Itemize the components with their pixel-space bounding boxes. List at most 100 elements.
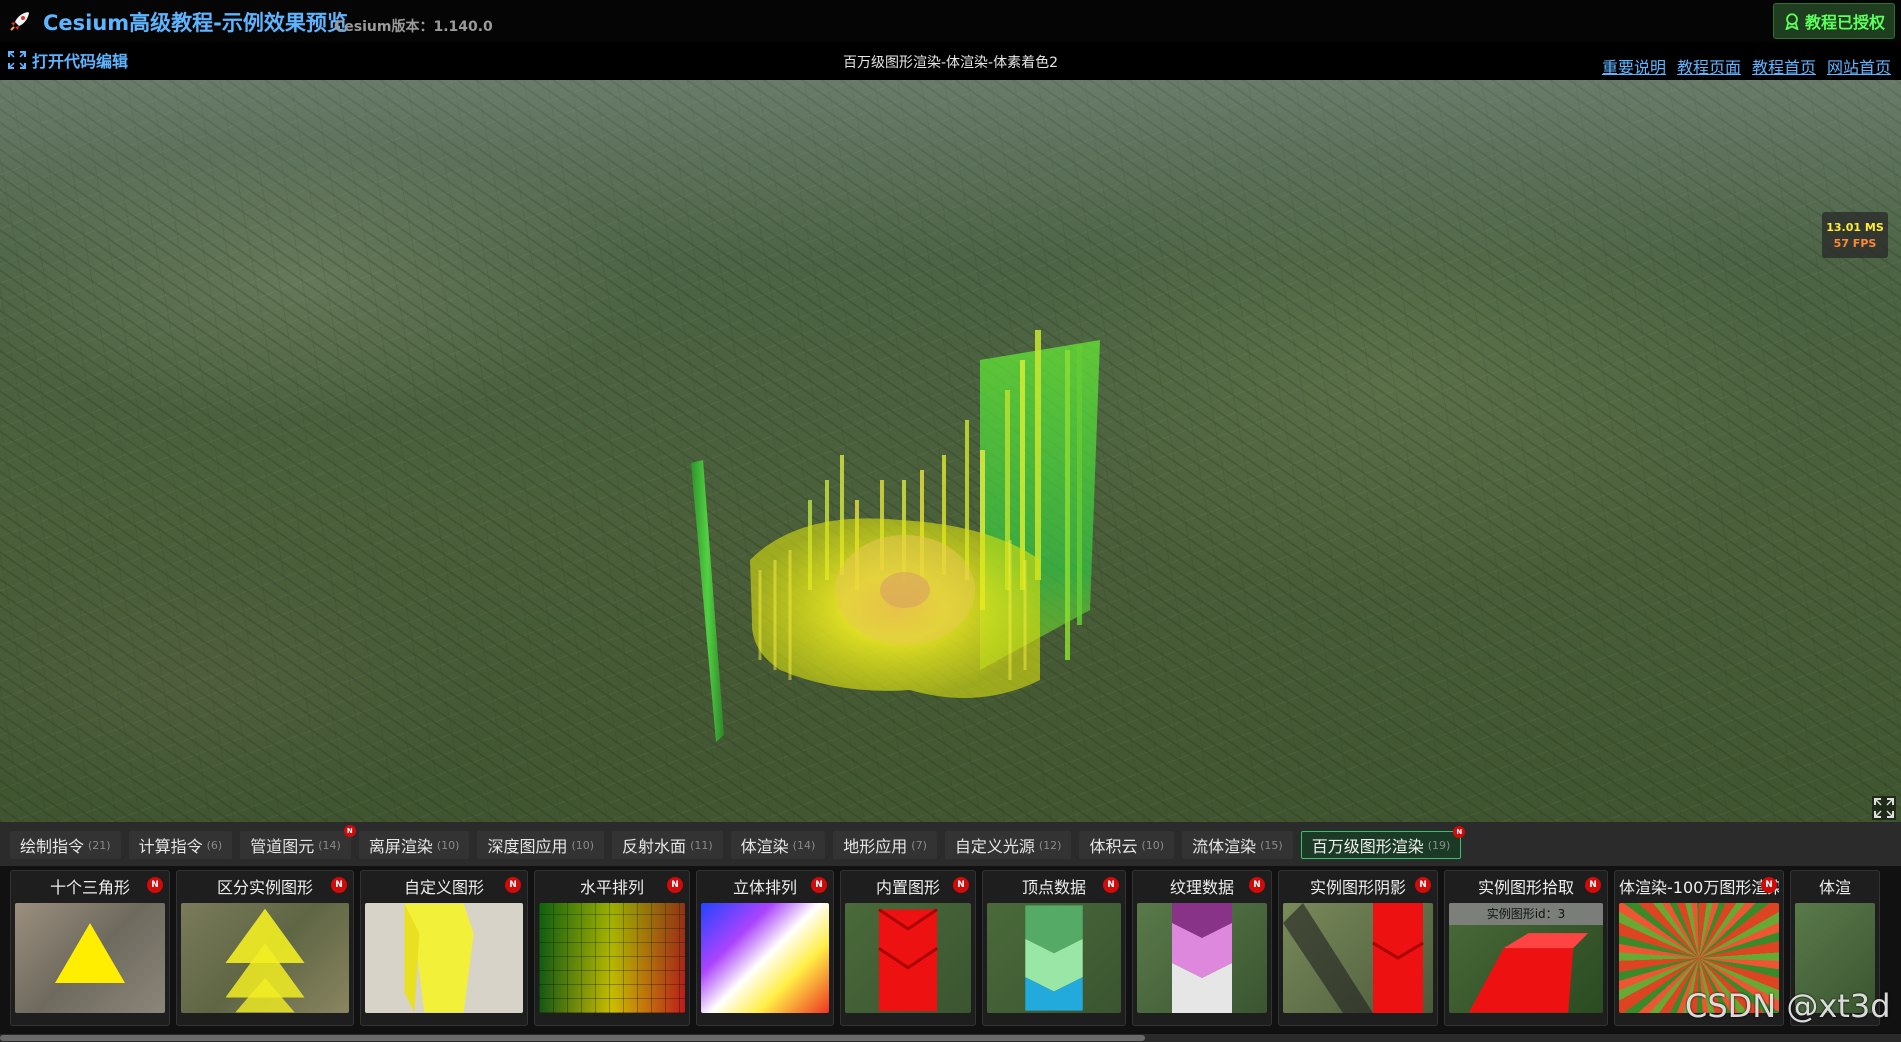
example-thumbnails: 十个三角形 N 区分实例图形 N 自定义图形 N 水平排列 N 立体排列 N 内…: [10, 870, 1880, 1026]
new-badge: N: [147, 877, 163, 893]
link-site-home[interactable]: 网站首页: [1827, 54, 1891, 78]
fullscreen-icon[interactable]: [1872, 796, 1896, 820]
tab-label: 体积云: [1089, 837, 1138, 856]
top-bar: Cesium高级教程-示例效果预览 Cesium版本：1.140.0 教程已授权: [0, 0, 1901, 42]
tab-category[interactable]: 深度图应用 (10): [477, 831, 605, 859]
tab-label: 流体渲染: [1192, 837, 1257, 856]
new-badge: N: [1249, 877, 1265, 893]
new-badge: N: [811, 877, 827, 893]
tab-count: (14): [792, 838, 816, 852]
auth-label: 教程已授权: [1804, 13, 1885, 32]
horizontal-scrollbar[interactable]: [0, 1034, 1901, 1042]
open-code-editor-button[interactable]: 打开代码编辑: [8, 48, 128, 72]
example-vertex-data[interactable]: 顶点数据 N: [982, 870, 1126, 1026]
example-custom-geometry[interactable]: 自定义图形 N: [360, 870, 528, 1026]
example-instance-shadow[interactable]: 实例图形阴影 N: [1278, 870, 1438, 1026]
new-badge: N: [505, 877, 521, 893]
tab-label: 深度图应用: [487, 837, 568, 856]
scrollbar-thumb[interactable]: [0, 1035, 1145, 1041]
expand-icon: [8, 51, 26, 69]
thumb-label: 立体排列: [732, 878, 797, 897]
new-badge: N: [1585, 877, 1601, 893]
new-badge: N: [1103, 877, 1119, 893]
tab-category[interactable]: 百万级图形渲染 (19) N: [1300, 826, 1466, 859]
new-badge: N: [953, 877, 969, 893]
thumb-label: 实例图形拾取: [1477, 878, 1574, 897]
tab-category[interactable]: 计算指令 (6): [128, 831, 233, 859]
nav-links: 重要说明 教程页面 教程首页 网站首页: [1602, 54, 1891, 78]
tab-label: 离屏渲染: [368, 837, 433, 856]
thumb-image: [987, 903, 1121, 1013]
example-thumbnail-strip: 十个三角形 N 区分实例图形 N 自定义图形 N 水平排列 N 立体排列 N 内…: [0, 866, 1901, 1034]
thumb-label: 体渲染-100万图形渲染: [1619, 878, 1779, 897]
cesium-version: Cesium版本：1.140.0: [334, 19, 493, 35]
thumb-image: [845, 903, 971, 1013]
new-badge: N: [667, 877, 683, 893]
new-badge: N: [1761, 877, 1777, 893]
thumb-label: 顶点数据: [1021, 878, 1086, 897]
auth-badge[interactable]: 教程已授权: [1773, 3, 1895, 39]
thumb-image: [15, 903, 165, 1013]
tab-category[interactable]: 体渲染 (14): [730, 831, 826, 859]
category-tabs: 绘制指令 (21) 计算指令 (6) 管道图元 (14) N 离屏渲染 (10) 深度图应用 (10…: [10, 825, 1469, 859]
tab-count: (21): [88, 838, 111, 852]
thumb-label: 纹理数据: [1169, 878, 1234, 897]
tab-count: (12): [1038, 838, 1062, 852]
example-builtin-geometry[interactable]: 内置图形 N: [840, 870, 976, 1026]
open-code-editor-label: 打开代码编辑: [32, 52, 129, 71]
tab-count: (10): [436, 838, 460, 852]
thumb-image: [181, 903, 349, 1013]
tab-category[interactable]: 体积云 (10): [1079, 831, 1175, 859]
example-horizontal-layout[interactable]: 水平排列 N: [534, 870, 690, 1026]
category-tab-bar: 绘制指令 (21) 计算指令 (6) 管道图元 (14) N 离屏渲染 (10) 深度图应用 (10…: [0, 822, 1901, 866]
example-texture-data[interactable]: 纹理数据 N: [1132, 870, 1272, 1026]
tab-count: (10): [571, 838, 595, 852]
tab-count: (11): [690, 838, 713, 852]
tab-category[interactable]: 离屏渲染 (10): [358, 831, 470, 859]
thumb-label: 自定义图形: [403, 878, 484, 897]
thumb-image: [365, 903, 523, 1013]
tab-category[interactable]: 地形应用 (7): [833, 831, 937, 859]
example-3d-layout[interactable]: 立体排列 N: [696, 870, 834, 1026]
frame-time: 13.01 MS: [1826, 221, 1884, 234]
thumb-label: 区分实例图形: [216, 878, 313, 897]
tab-label: 管道图元: [250, 837, 315, 856]
tab-category[interactable]: 反射水面 (11): [612, 831, 723, 859]
frame-rate: 57 FPS: [1833, 237, 1877, 250]
thumb-label: 水平排列: [579, 878, 644, 897]
tab-category[interactable]: 管道图元 (14) N: [240, 825, 356, 859]
new-badge: N: [1453, 826, 1466, 838]
thumb-image: [701, 903, 829, 1013]
tab-category[interactable]: 绘制指令 (21): [10, 831, 121, 859]
thumb-label: 十个三角形: [49, 878, 130, 897]
cesium-viewport[interactable]: 13.01 MS 57 FPS: [0, 80, 1901, 822]
tab-label: 地形应用: [843, 837, 908, 856]
tab-count: (15): [1260, 838, 1283, 852]
tab-label: 计算指令: [138, 837, 203, 856]
tab-label: 绘制指令: [20, 837, 85, 856]
award-icon: [1785, 13, 1799, 30]
link-tutorial-home[interactable]: 教程首页: [1752, 54, 1816, 78]
tab-label: 自定义光源: [954, 837, 1035, 856]
thumb-label: 体渲: [1818, 878, 1851, 897]
watermark: CSDN @xt3d: [1685, 987, 1891, 1025]
tab-count: (7): [911, 838, 927, 852]
tab-count: (14): [318, 838, 341, 852]
picking-tooltip: 实例图形id：3: [1449, 903, 1603, 925]
tab-category[interactable]: 自定义光源 (12): [944, 831, 1072, 859]
thumb-label: 实例图形阴影: [1309, 878, 1406, 897]
example-distinguish-instances[interactable]: 区分实例图形 N: [176, 870, 354, 1026]
thumb-image: 实例图形id：3: [1449, 903, 1603, 1013]
thumb-image: [1137, 903, 1267, 1013]
tab-category[interactable]: 流体渲染 (15): [1182, 831, 1293, 859]
example-ten-triangles[interactable]: 十个三角形 N: [10, 870, 170, 1026]
new-badge: N: [331, 877, 347, 893]
tab-count: (6): [206, 838, 223, 852]
example-instance-picking[interactable]: 实例图形拾取 实例图形id：3 N: [1444, 870, 1608, 1026]
sub-bar: 打开代码编辑 百万级图形渲染-体渲染-体素着色2 重要说明 教程页面 教程首页 …: [0, 42, 1901, 80]
new-badge: N: [343, 825, 356, 837]
link-tutorial-page[interactable]: 教程页面: [1677, 54, 1741, 78]
app-title: Cesium高级教程-示例效果预览: [43, 11, 348, 35]
link-important-notes[interactable]: 重要说明: [1602, 54, 1666, 78]
rocket-icon: [10, 12, 29, 31]
